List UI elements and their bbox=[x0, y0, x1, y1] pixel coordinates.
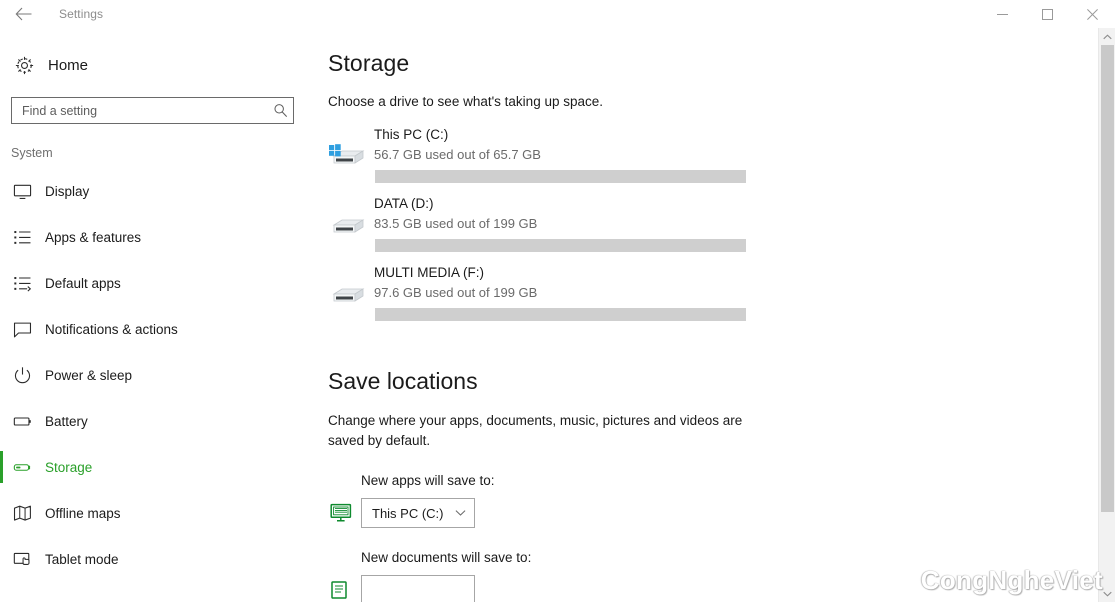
sidebar-item-apps-features[interactable]: Apps & features bbox=[0, 214, 310, 260]
documents-green-icon bbox=[328, 579, 354, 601]
selection-accent bbox=[0, 451, 3, 483]
selection-accent bbox=[0, 543, 3, 575]
drive-row[interactable]: MULTI MEDIA (F:) 97.6 GB used out of 199… bbox=[310, 263, 1095, 332]
tablet-icon bbox=[11, 548, 33, 570]
sidebar-item-tablet-mode[interactable]: Tablet mode bbox=[0, 536, 310, 582]
back-button[interactable] bbox=[0, 0, 46, 28]
settings-window: Settings Home Find a setting System Disp… bbox=[0, 0, 1115, 602]
main-content: Storage Choose a drive to see what's tak… bbox=[310, 28, 1095, 602]
battery-icon bbox=[11, 410, 33, 432]
save-locations-description: Change where your apps, documents, music… bbox=[328, 413, 743, 448]
chevron-up-icon bbox=[1103, 33, 1112, 39]
drive-row[interactable]: DATA (D:) 83.5 GB used out of 199 GB bbox=[310, 194, 1095, 263]
sidebar-item-label: Battery bbox=[45, 413, 88, 429]
new-apps-save-to-dropdown[interactable]: This PC (C:) bbox=[361, 498, 475, 528]
selection-accent bbox=[0, 175, 3, 207]
hard-drive-windows-icon bbox=[326, 139, 366, 175]
drive-name: MULTI MEDIA (F:) bbox=[374, 265, 484, 280]
field-label: New documents will save to: bbox=[361, 550, 532, 565]
monitor-icon bbox=[11, 180, 33, 202]
scroll-down-button[interactable] bbox=[1099, 585, 1115, 602]
pc-monitor-green-icon bbox=[328, 502, 354, 524]
sidebar-item-home[interactable]: Home bbox=[0, 50, 310, 80]
selection-accent bbox=[0, 405, 3, 437]
hard-drive-icon bbox=[326, 277, 366, 313]
sidebar-item-battery[interactable]: Battery bbox=[0, 398, 310, 444]
drive-usage-bar bbox=[375, 170, 746, 183]
window-title: Settings bbox=[59, 7, 104, 21]
map-icon bbox=[11, 502, 33, 524]
drive-usage: 97.6 GB used out of 199 GB bbox=[374, 285, 538, 300]
sidebar-item-offline-maps[interactable]: Offline maps bbox=[0, 490, 310, 536]
close-button[interactable] bbox=[1070, 0, 1115, 28]
caption-buttons bbox=[980, 0, 1115, 28]
sidebar-item-default-apps[interactable]: Default apps bbox=[0, 260, 310, 306]
field-label: New apps will save to: bbox=[361, 473, 495, 488]
vertical-scrollbar[interactable] bbox=[1098, 28, 1115, 602]
storage-icon bbox=[11, 456, 33, 478]
sidebar-item-label: Tablet mode bbox=[45, 551, 119, 567]
drive-name: This PC (C:) bbox=[374, 127, 449, 142]
search-icon[interactable] bbox=[267, 103, 293, 118]
sidebar-item-label: Offline maps bbox=[45, 505, 121, 521]
drive-usage: 56.7 GB used out of 65.7 GB bbox=[374, 147, 541, 162]
maximize-icon bbox=[1042, 8, 1053, 20]
sidebar-item-notifications-actions[interactable]: Notifications & actions bbox=[0, 306, 310, 352]
hard-drive-icon bbox=[326, 208, 366, 244]
sidebar-item-power-sleep[interactable]: Power & sleep bbox=[0, 352, 310, 398]
drive-usage: 83.5 GB used out of 199 GB bbox=[374, 216, 538, 231]
save-location-field-documents: New documents will save to: bbox=[310, 550, 1095, 602]
chevron-down-icon bbox=[455, 509, 466, 517]
save-location-field-apps: New apps will save to: This PC (C:) bbox=[310, 473, 1095, 528]
save-locations-title: Save locations bbox=[328, 368, 478, 394]
selection-accent bbox=[0, 221, 3, 253]
selection-accent bbox=[0, 267, 3, 299]
search-box[interactable] bbox=[11, 97, 294, 124]
power-icon bbox=[11, 364, 33, 386]
sidebar-item-label: Power & sleep bbox=[45, 367, 133, 383]
sidebar-item-label: Default apps bbox=[45, 275, 121, 291]
dropdown-value: This PC (C:) bbox=[372, 505, 444, 521]
drive-name: DATA (D:) bbox=[374, 196, 434, 211]
sidebar-item-storage[interactable]: Storage bbox=[0, 444, 310, 490]
drive-usage-bar bbox=[375, 308, 746, 321]
search-input[interactable] bbox=[12, 103, 267, 118]
back-arrow-icon bbox=[15, 7, 31, 21]
selection-accent bbox=[0, 313, 3, 345]
selection-accent bbox=[0, 359, 3, 391]
sidebar-nav-list: Display Apps & features Default apps Not… bbox=[0, 168, 310, 582]
sidebar-item-display[interactable]: Display bbox=[0, 168, 310, 214]
new-documents-save-to-dropdown[interactable] bbox=[361, 575, 475, 602]
scroll-up-button[interactable] bbox=[1099, 28, 1115, 45]
page-title: Storage bbox=[328, 50, 410, 76]
page-subtitle: Choose a drive to see what's taking up s… bbox=[328, 94, 603, 109]
sidebar-item-label: Notifications & actions bbox=[45, 321, 178, 337]
sidebar-item-label: Display bbox=[45, 183, 90, 199]
list-arrow-icon bbox=[11, 272, 33, 294]
home-label: Home bbox=[48, 56, 89, 74]
selection-accent bbox=[0, 497, 3, 529]
chevron-down-icon bbox=[1103, 591, 1112, 597]
title-bar: Settings bbox=[0, 0, 1115, 28]
sidebar-group-title: System bbox=[11, 146, 53, 160]
maximize-button[interactable] bbox=[1025, 0, 1070, 28]
sidebar-item-label: Storage bbox=[45, 459, 93, 475]
drive-list: This PC (C:) 56.7 GB used out of 65.7 GB bbox=[310, 125, 1095, 332]
list-bullets-icon bbox=[11, 226, 33, 248]
drive-row[interactable]: This PC (C:) 56.7 GB used out of 65.7 GB bbox=[310, 125, 1095, 194]
sidebar: Home System Di bbox=[0, 28, 310, 602]
sidebar-item-label: Apps & features bbox=[45, 229, 142, 245]
minimize-icon bbox=[997, 13, 1008, 15]
speech-bubble-icon bbox=[11, 318, 33, 340]
close-icon bbox=[1087, 8, 1098, 20]
scrollbar-thumb[interactable] bbox=[1101, 45, 1114, 512]
minimize-button[interactable] bbox=[980, 0, 1025, 28]
drive-usage-bar bbox=[375, 239, 746, 252]
gear-icon bbox=[12, 53, 36, 77]
